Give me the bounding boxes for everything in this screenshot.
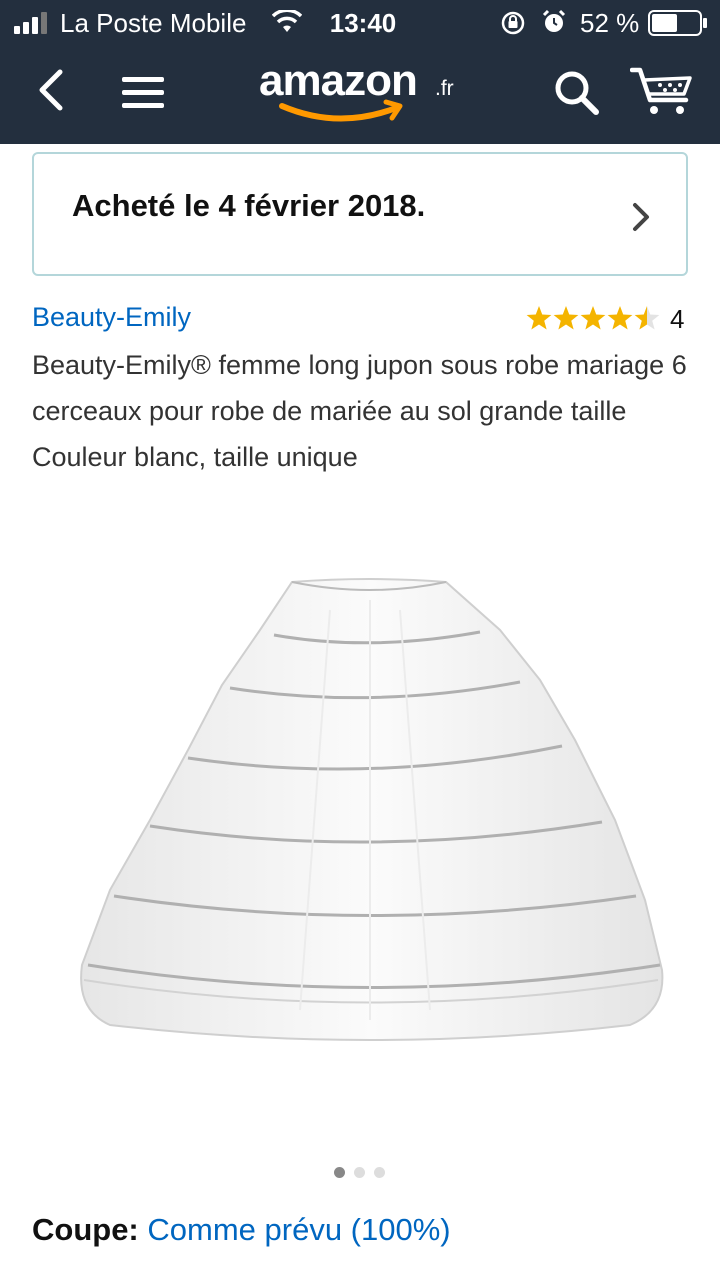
star-rating[interactable] bbox=[526, 304, 662, 332]
fit-value-link[interactable]: Comme prévu (100%) bbox=[147, 1212, 450, 1247]
carousel-dot-3[interactable] bbox=[374, 1167, 385, 1178]
app-header: La Poste Mobile 13:40 52 % amazon .fr bbox=[0, 0, 720, 144]
status-bar: La Poste Mobile 13:40 52 % bbox=[0, 0, 720, 46]
back-icon[interactable] bbox=[34, 68, 68, 112]
star-icon bbox=[526, 306, 552, 330]
review-count[interactable]: 4 bbox=[670, 304, 684, 335]
smile-arrow-icon bbox=[279, 99, 403, 122]
brand-link[interactable]: Beauty-Emily bbox=[32, 302, 191, 333]
carousel-dot-2[interactable] bbox=[354, 1167, 365, 1178]
alarm-icon bbox=[542, 9, 566, 32]
star-icon bbox=[580, 306, 606, 330]
star-icon bbox=[634, 306, 660, 330]
purchase-date-card[interactable]: Acheté le 4 février 2018. bbox=[32, 152, 688, 276]
product-title: Beauty-Emily® femme long jupon sous robe… bbox=[32, 350, 687, 472]
search-icon[interactable] bbox=[552, 68, 600, 116]
image-carousel-indicator[interactable] bbox=[332, 1167, 392, 1181]
chevron-right-icon bbox=[633, 203, 649, 231]
amazon-logo[interactable]: amazon .fr bbox=[256, 56, 470, 126]
logo-tld: .fr bbox=[435, 77, 454, 100]
star-icon bbox=[553, 306, 579, 330]
menu-icon[interactable] bbox=[120, 74, 166, 112]
star-icon bbox=[607, 306, 633, 330]
orientation-lock-icon bbox=[501, 11, 525, 35]
product-image[interactable] bbox=[70, 570, 670, 1070]
carousel-dot-1[interactable] bbox=[334, 1167, 345, 1178]
cart-icon[interactable] bbox=[630, 66, 694, 116]
nav-bar: amazon .fr bbox=[0, 46, 720, 144]
fit-label: Coupe: bbox=[32, 1212, 139, 1247]
fit-row: Coupe: Comme prévu (100%) bbox=[32, 1212, 451, 1248]
battery-icon bbox=[648, 10, 707, 36]
battery-percentage: 52 % bbox=[580, 8, 640, 38]
purchase-date-text: Acheté le 4 février 2018. bbox=[72, 188, 426, 223]
